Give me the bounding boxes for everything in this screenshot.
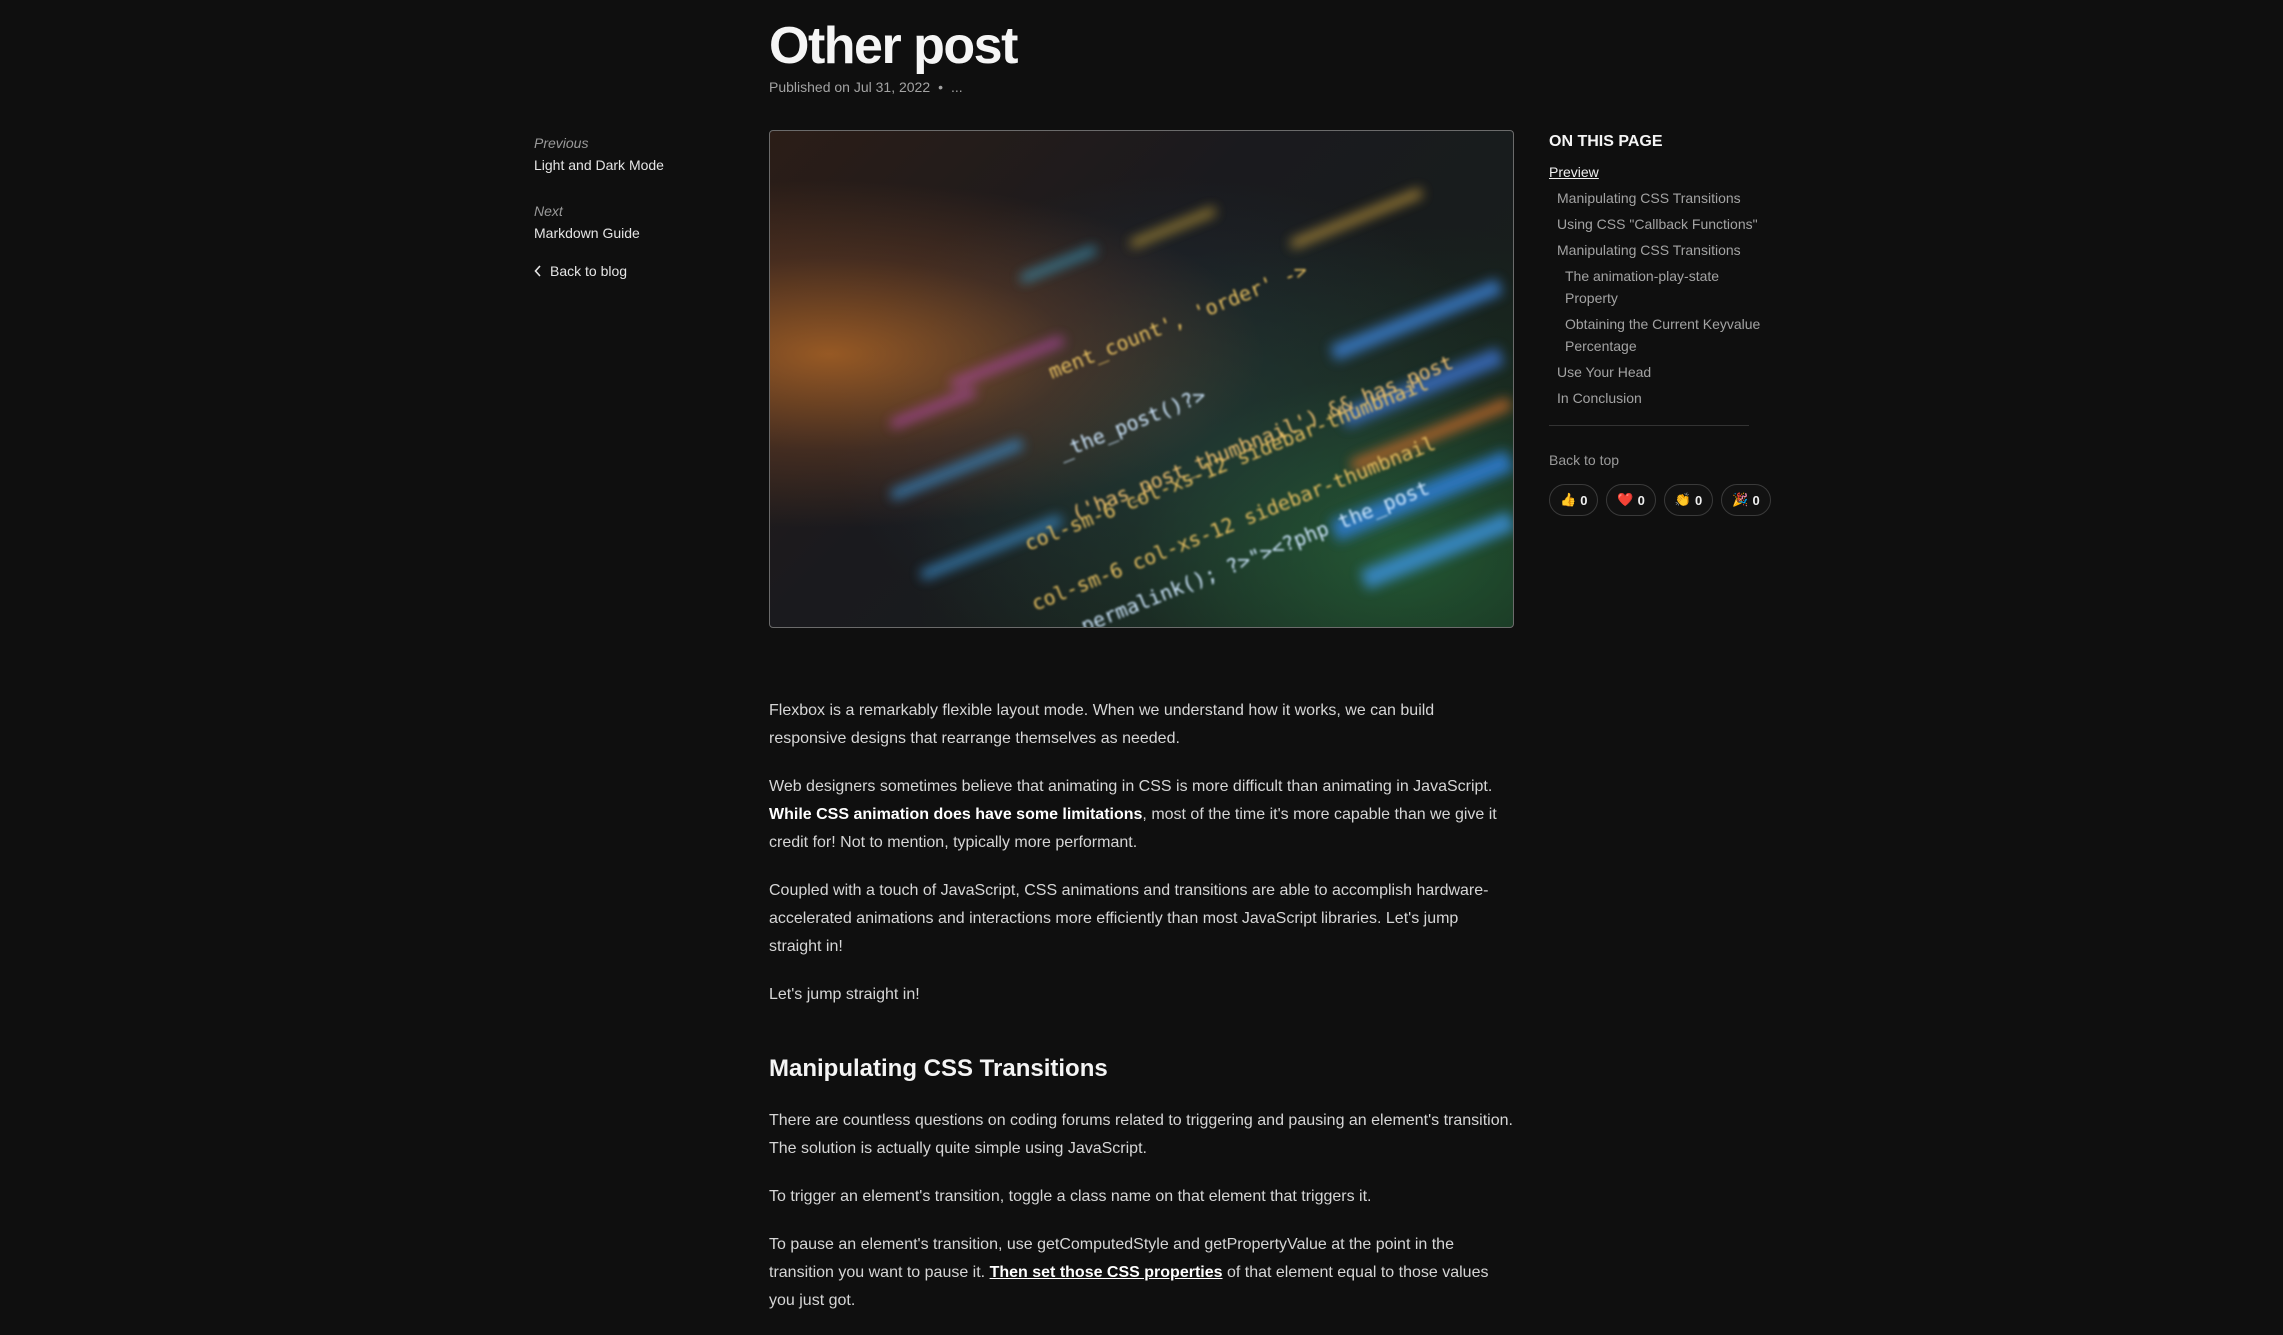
toc-item-animation-play-state[interactable]: The animation-play-state Property [1549, 265, 1769, 309]
reaction-heart-button[interactable]: ❤️ 0 [1606, 484, 1656, 516]
toc-item-preview[interactable]: Preview [1549, 161, 1769, 183]
paragraph: Web designers sometimes believe that ani… [769, 773, 1514, 857]
chevron-left-icon [534, 265, 541, 277]
post-meta: Published on Jul 31, 2022 •... [769, 79, 963, 95]
bold-text: While CSS animation does have some limit… [769, 806, 1143, 823]
back-to-blog-link[interactable]: Back to blog [534, 263, 754, 279]
toc-item-css-callback-functions[interactable]: Using CSS "Callback Functions" [1549, 213, 1769, 235]
reaction-thumbs-up-button[interactable]: 👍 0 [1549, 484, 1599, 516]
code-line: _the_post()?> [1055, 383, 1209, 464]
paragraph: Let's jump straight in! [769, 986, 920, 1003]
page-title: Other post [769, 17, 1018, 75]
previous-label: Previous [534, 135, 589, 151]
thumbs-up-icon: 👍 [1560, 492, 1577, 507]
post-navigation: Previous Light and Dark Mode Next Markdo… [534, 133, 754, 279]
code-line: ment_count', 'order' -> [1045, 258, 1311, 384]
party-popper-icon: 🎉 [1732, 492, 1749, 507]
reaction-count: 0 [1580, 492, 1588, 508]
toc-heading: ON THIS PAGE [1549, 133, 1663, 150]
next-post-title[interactable]: Markdown Guide [534, 223, 754, 243]
paragraph: To pause an element's transition, use ge… [769, 1231, 1514, 1315]
next-post-link[interactable]: Next Markdown Guide [534, 201, 754, 243]
reaction-count: 0 [1752, 492, 1760, 508]
css-properties-link[interactable]: Then set those CSS properties [990, 1264, 1223, 1281]
previous-post-link[interactable]: Previous Light and Dark Mode [534, 133, 754, 175]
paragraph: Coupled with a touch of JavaScript, CSS … [769, 882, 1489, 955]
reaction-count: 0 [1695, 492, 1703, 508]
paragraph: To trigger an element's transition, togg… [769, 1188, 1372, 1205]
section-heading: Manipulating CSS Transitions [769, 1055, 1108, 1082]
published-date: Published on Jul 31, 2022 [769, 79, 931, 95]
article-body: Flexbox is a remarkably flexible layout … [769, 697, 1514, 1335]
reaction-count: 0 [1637, 492, 1645, 508]
hero-image: ment_count', 'order' -> _the_post()?> ('… [769, 130, 1514, 628]
toc-item-keyvalue-percentage[interactable]: Obtaining the Current Keyvalue Percentag… [1549, 313, 1769, 357]
toc-item-manipulating-css-transitions-2[interactable]: Manipulating CSS Transitions [1549, 239, 1769, 261]
hero-code-graphic: ment_count', 'order' -> _the_post()?> ('… [889, 188, 1513, 627]
paragraph: There are countless questions on coding … [769, 1112, 1513, 1157]
paragraph: Flexbox is a remarkably flexible layout … [769, 702, 1435, 747]
toc-item-in-conclusion[interactable]: In Conclusion [1549, 387, 1769, 409]
reaction-clap-button[interactable]: 👏 0 [1663, 484, 1714, 516]
back-to-blog-label: Back to blog [550, 263, 628, 279]
reaction-bar: 👍 0 ❤️ 0 👏 0 🎉 0 [1549, 484, 1771, 516]
toc-item-use-your-head[interactable]: Use Your Head [1549, 361, 1769, 383]
paragraph-text: Web designers sometimes believe that ani… [769, 778, 1493, 795]
previous-post-title[interactable]: Light and Dark Mode [534, 155, 754, 175]
reading-time: ... [951, 79, 963, 95]
heart-icon: ❤️ [1617, 492, 1634, 507]
toc-item-manipulating-css-transitions[interactable]: Manipulating CSS Transitions [1549, 187, 1769, 209]
table-of-contents: ON THIS PAGE Preview Manipulating CSS Tr… [1549, 131, 1771, 516]
back-to-top-link[interactable]: Back to top [1549, 452, 1769, 468]
reaction-party-button[interactable]: 🎉 0 [1721, 484, 1771, 516]
clapping-hands-icon: 👏 [1674, 492, 1692, 507]
next-label: Next [534, 203, 563, 219]
divider [1549, 425, 1749, 426]
meta-separator: • [938, 79, 944, 95]
